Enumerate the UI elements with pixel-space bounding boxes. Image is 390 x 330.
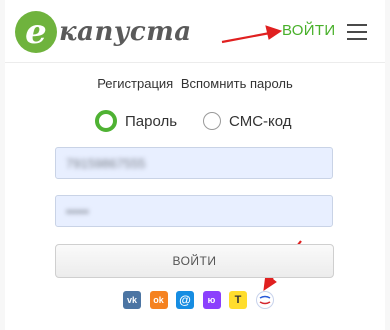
- gosuslugi-logo: [259, 295, 270, 305]
- phone-input[interactable]: 79159867555: [55, 147, 333, 179]
- vk-icon[interactable]: vk: [123, 291, 141, 309]
- submit-login-button[interactable]: ВОЙТИ: [55, 244, 334, 278]
- tinkoff-icon[interactable]: T: [229, 291, 247, 309]
- recover-password-link[interactable]: Вспомнить пароль: [181, 76, 293, 91]
- header-divider: [5, 62, 385, 63]
- logo[interactable]: e капуста: [15, 8, 192, 56]
- header-login-link[interactable]: ВОЙТИ: [282, 22, 335, 39]
- logo-badge: e: [15, 11, 57, 53]
- radio-sms[interactable]: СМС-код: [203, 112, 292, 130]
- radio-unselected-icon[interactable]: [203, 112, 222, 130]
- radio-selected-icon[interactable]: [95, 110, 117, 132]
- password-input[interactable]: •••••: [55, 195, 333, 227]
- phone-value: 79159867555: [66, 155, 146, 171]
- gosuslugi-icon[interactable]: [255, 291, 274, 309]
- yoomoney-icon[interactable]: ю: [202, 291, 221, 309]
- register-link[interactable]: Регистрация: [97, 76, 173, 91]
- radio-password[interactable]: Пароль: [95, 110, 177, 132]
- hamburger-menu-icon[interactable]: [347, 24, 367, 40]
- radio-password-label: Пароль: [125, 112, 178, 130]
- radio-sms-label: СМС-код: [229, 112, 292, 130]
- auth-links: Регистрация Вспомнить пароль: [0, 76, 390, 91]
- password-value: •••••: [66, 203, 89, 219]
- auth-mode-radio-group: Пароль СМС-код: [95, 110, 318, 132]
- mailru-icon[interactable]: @: [176, 291, 194, 309]
- logo-text: капуста: [59, 17, 192, 47]
- social-login-row: vk ok @ ю T: [123, 291, 274, 309]
- odnoklassniki-icon[interactable]: ok: [149, 291, 168, 309]
